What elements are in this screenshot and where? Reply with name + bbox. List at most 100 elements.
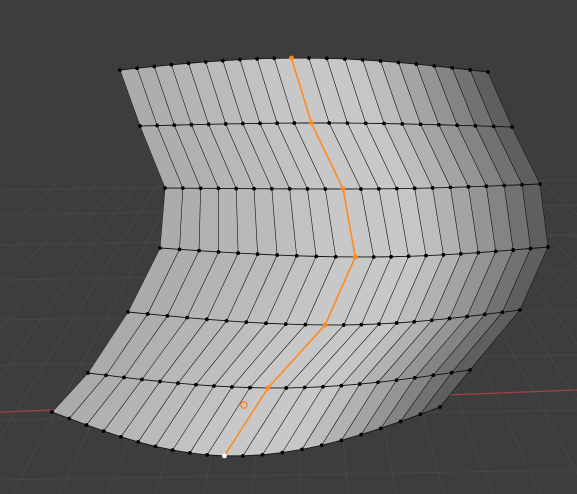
mesh-vertex[interactable] — [252, 186, 256, 191]
viewport-canvas[interactable] — [0, 0, 577, 494]
selected-vertex[interactable] — [265, 385, 271, 391]
mesh-vertex[interactable] — [321, 384, 325, 389]
mesh-vertex[interactable] — [396, 60, 401, 65]
mesh-vertex[interactable] — [101, 429, 106, 433]
mesh-vertex[interactable] — [145, 312, 150, 316]
mesh-vertex[interactable] — [520, 182, 524, 187]
mesh-vertex[interactable] — [345, 121, 350, 126]
mesh-vertex[interactable] — [476, 250, 481, 255]
mesh-vertex[interactable] — [473, 123, 478, 128]
mesh-vertex[interactable] — [122, 375, 126, 380]
mesh-vertex[interactable] — [324, 56, 329, 61]
mesh-vertex[interactable] — [450, 65, 455, 70]
mesh-vertex[interactable] — [357, 382, 362, 386]
mesh-vertex[interactable] — [305, 187, 310, 191]
mesh-vertex[interactable] — [430, 318, 434, 323]
mesh-vertex[interactable] — [177, 247, 182, 252]
mesh-vertex[interactable] — [319, 443, 324, 448]
mesh-vertex[interactable] — [418, 122, 423, 127]
mesh-vertex[interactable] — [158, 246, 162, 250]
mesh-vertex[interactable] — [491, 124, 496, 129]
mesh-vertex[interactable] — [378, 426, 383, 431]
mesh-vertex[interactable] — [528, 246, 533, 251]
mesh-vertex[interactable] — [238, 57, 242, 62]
mesh-vertex[interactable] — [412, 186, 417, 191]
mesh-vertex[interactable] — [50, 410, 54, 414]
mesh-vertex[interactable] — [240, 121, 245, 126]
mesh-vertex[interactable] — [412, 375, 417, 380]
mesh-vertex[interactable] — [163, 186, 167, 190]
mesh-vertex[interactable] — [327, 121, 332, 125]
mesh-vertex[interactable] — [339, 383, 344, 388]
mesh-vertex[interactable] — [363, 121, 368, 126]
mesh-vertex[interactable] — [172, 123, 177, 128]
mesh-vertex[interactable] — [360, 57, 365, 62]
mesh-vertex[interactable] — [307, 56, 311, 60]
mesh-object[interactable] — [50, 55, 550, 459]
mesh-vertex[interactable] — [165, 313, 170, 318]
mesh-vertex[interactable] — [275, 253, 280, 257]
mesh-vertex[interactable] — [466, 184, 471, 189]
mesh-vertex[interactable] — [138, 124, 142, 128]
mesh-vertex[interactable] — [230, 385, 234, 389]
mesh-vertex[interactable] — [280, 450, 285, 455]
active-vertex[interactable] — [221, 453, 227, 459]
mesh-vertex[interactable] — [189, 122, 194, 127]
mesh-vertex[interactable] — [431, 373, 436, 378]
selected-vertex[interactable] — [352, 254, 358, 260]
mesh-vertex[interactable] — [236, 251, 240, 255]
mesh-vertex[interactable] — [502, 183, 507, 188]
mesh-vertex[interactable] — [359, 432, 364, 437]
mesh-vertex[interactable] — [376, 380, 380, 385]
mesh-vertex[interactable] — [394, 321, 399, 325]
mesh-vertex[interactable] — [260, 452, 265, 457]
mesh-vertex[interactable] — [204, 317, 209, 322]
mesh-vertex[interactable] — [493, 249, 498, 254]
mesh-vertex[interactable] — [455, 123, 460, 128]
mesh-vertex[interactable] — [302, 385, 307, 390]
mesh-vertex[interactable] — [436, 122, 441, 127]
mesh-vertex[interactable] — [342, 57, 347, 61]
mesh-vertex[interactable] — [140, 377, 144, 382]
mesh-vertex[interactable] — [382, 121, 386, 126]
selected-vertex[interactable] — [322, 322, 328, 328]
selected-vertex[interactable] — [289, 55, 294, 61]
mesh-vertex[interactable] — [400, 121, 405, 126]
mesh-vertex[interactable] — [234, 186, 239, 191]
mesh-vertex[interactable] — [359, 322, 364, 327]
mesh-vertex[interactable] — [216, 250, 221, 254]
mesh-vertex[interactable] — [119, 434, 123, 439]
mesh-vertex[interactable] — [441, 252, 446, 257]
mesh-vertex[interactable] — [170, 448, 175, 453]
mesh-vertex[interactable] — [186, 61, 191, 66]
mesh-vertex[interactable] — [255, 252, 260, 257]
mesh-vertex[interactable] — [287, 186, 292, 191]
mesh-vertex[interactable] — [323, 187, 328, 191]
selected-vertex[interactable] — [309, 120, 314, 126]
mesh-vertex[interactable] — [546, 245, 550, 249]
mesh-vertex[interactable] — [240, 453, 245, 458]
mesh-vertex[interactable] — [205, 452, 210, 457]
mesh-vertex[interactable] — [206, 122, 211, 127]
mesh-vertex[interactable] — [333, 254, 338, 259]
mesh-vertex[interactable] — [389, 254, 394, 259]
mesh-vertex[interactable] — [194, 382, 198, 387]
mesh-vertex[interactable] — [359, 187, 363, 191]
mesh-vertex[interactable] — [371, 255, 376, 259]
mesh-vertex[interactable] — [300, 447, 304, 452]
mesh-vertex[interactable] — [86, 371, 90, 375]
mesh-vertex[interactable] — [224, 318, 229, 323]
mesh-vertex[interactable] — [339, 438, 344, 443]
mesh-vertex[interactable] — [169, 62, 174, 67]
mesh-vertex[interactable] — [269, 186, 274, 191]
mesh-vertex[interactable] — [314, 254, 319, 259]
mesh-vertex[interactable] — [292, 121, 297, 125]
mesh-vertex[interactable] — [153, 444, 158, 449]
mesh-vertex[interactable] — [424, 253, 428, 258]
mesh-vertex[interactable] — [394, 186, 399, 191]
mesh-vertex[interactable] — [412, 319, 417, 324]
mesh-vertex[interactable] — [283, 322, 288, 327]
mesh-vertex[interactable] — [510, 125, 514, 129]
mesh-vertex[interactable] — [500, 310, 505, 315]
mesh-vertex[interactable] — [158, 379, 162, 384]
